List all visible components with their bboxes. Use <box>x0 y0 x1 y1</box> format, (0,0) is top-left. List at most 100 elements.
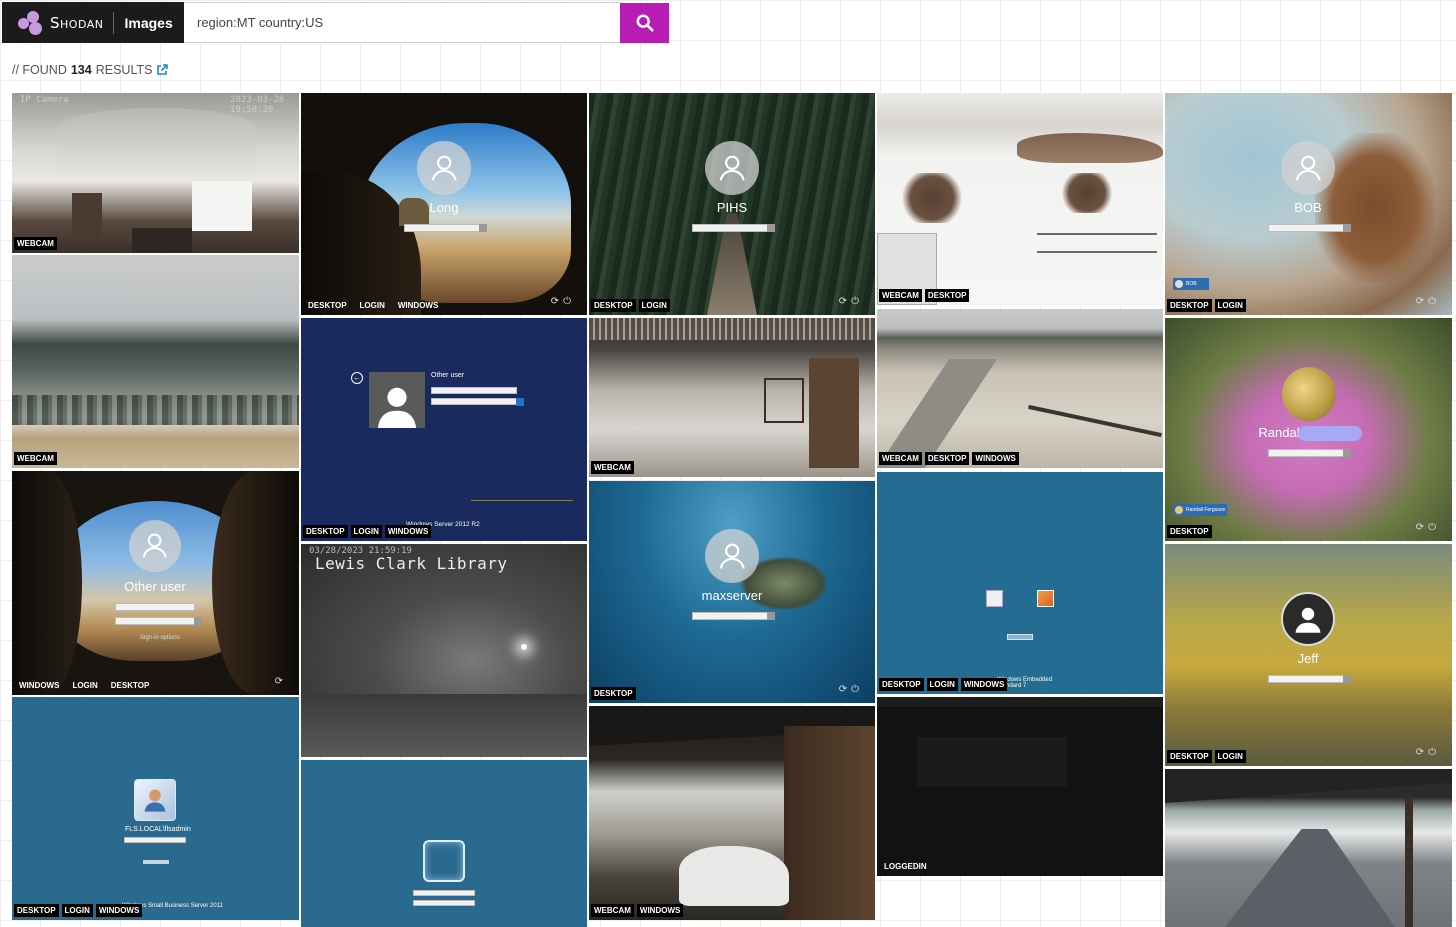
password-field[interactable] <box>1268 224 1351 232</box>
power-icon[interactable]: ⟳⏻ <box>1416 747 1440 758</box>
tag-webcam[interactable]: WEBCAM <box>14 452 57 465</box>
submit-button[interactable] <box>143 860 169 864</box>
power-icon[interactable]: ⟳⏻ <box>1416 522 1440 533</box>
tag-login[interactable]: LOGIN <box>350 525 382 538</box>
result-tile[interactable]: Other user Sign-in options ⟳ WINDOWS LOG… <box>12 471 299 695</box>
cancel-button[interactable] <box>1007 634 1033 640</box>
password-field[interactable] <box>1268 675 1351 683</box>
tag-desktop[interactable]: DESKTOP <box>1167 299 1212 312</box>
result-tile[interactable]: ← Other user Windows Server 2012 R2 DESK… <box>301 318 587 541</box>
tag-desktop[interactable]: DESKTOP <box>879 678 924 691</box>
tag-desktop[interactable]: DESKTOP <box>924 289 970 302</box>
tag-windows[interactable]: WINDOWS <box>14 679 64 692</box>
tag-desktop[interactable]: DESKTOP <box>303 525 348 538</box>
result-tile[interactable] <box>301 760 587 927</box>
result-tile[interactable]: WEBCAM <box>12 255 299 468</box>
tag-list: WEBCAM DESKTOP <box>879 289 970 302</box>
user-switcher[interactable]: BOB <box>1173 278 1209 290</box>
user-avatar-icon <box>705 529 759 583</box>
tag-desktop[interactable]: DESKTOP <box>591 687 636 700</box>
tag-webcam[interactable]: WEBCAM <box>591 904 634 917</box>
section-label[interactable]: Images <box>124 15 172 31</box>
tag-desktop[interactable]: DESKTOP <box>14 904 59 917</box>
search-input[interactable] <box>184 2 621 43</box>
result-tile[interactable]: WEBCAM DESKTOP <box>877 93 1163 305</box>
tag-windows[interactable]: WINDOWS <box>960 678 1008 691</box>
tag-login[interactable]: LOGIN <box>67 679 102 692</box>
result-tile[interactable]: WEBCAM <box>589 318 875 477</box>
password-field[interactable] <box>692 612 775 620</box>
tag-loggedin[interactable]: LOGGEDIN <box>879 860 932 873</box>
tag-list: WEBCAM <box>591 461 634 474</box>
password-field[interactable] <box>1268 449 1351 457</box>
tag-login[interactable]: LOGIN <box>1214 750 1246 763</box>
brand-name[interactable]: Shodan <box>50 14 103 32</box>
login-username: Randal <box>1258 425 1300 440</box>
user-switcher[interactable]: Randall Ferguson <box>1173 504 1227 516</box>
camera-label: Lewis Clark Library <box>315 554 508 573</box>
result-tile[interactable]: WEBCAM DESKTOP WINDOWS <box>877 309 1163 468</box>
os-version-text: Windows Embedded Standard 7 <box>997 677 1053 689</box>
tag-login[interactable]: LOGIN <box>638 299 670 312</box>
result-tile[interactable]: LOGGEDIN <box>877 697 1163 876</box>
back-arrow-icon[interactable]: ← <box>351 372 363 384</box>
username-field[interactable] <box>115 603 195 611</box>
tag-desktop[interactable]: DESKTOP <box>1167 525 1212 538</box>
result-tile[interactable]: 03/28/2023 21:59:19 Lewis Clark Library <box>301 544 587 757</box>
result-tile[interactable] <box>1165 769 1452 927</box>
mini-avatar-icon <box>1175 506 1183 514</box>
power-icon[interactable]: ⟳⏻ <box>1416 296 1440 307</box>
tag-login[interactable]: LOGIN <box>926 678 958 691</box>
result-tile[interactable]: maxserver ⟳⏻ DESKTOP <box>589 481 875 703</box>
power-icon[interactable]: ⟳⏻ <box>551 296 575 307</box>
user-tile-icon <box>369 372 425 428</box>
user-tile-icon <box>423 840 465 882</box>
power-icon[interactable]: ⟳⏻ <box>839 296 863 307</box>
result-tile[interactable]: Jeff ⟳⏻ DESKTOP LOGIN <box>1165 544 1452 766</box>
result-tile[interactable]: BOB BOB ⟳⏻ DESKTOP LOGIN <box>1165 93 1452 315</box>
result-tile[interactable]: FLS.LOCAL\flsadmin Windows Small Busines… <box>12 697 299 920</box>
search-button[interactable] <box>620 3 669 43</box>
tag-login[interactable]: LOGIN <box>1214 299 1246 312</box>
result-tile[interactable]: Windows Embedded Standard 7 DESKTOP LOGI… <box>877 472 1163 694</box>
sign-in-options-link[interactable]: Sign-in options <box>140 635 180 641</box>
tag-desktop[interactable]: DESKTOP <box>1167 750 1212 763</box>
tag-desktop[interactable]: DESKTOP <box>106 679 155 692</box>
password-field[interactable] <box>692 224 775 232</box>
result-tile[interactable]: WEBCAM WINDOWS <box>589 706 875 920</box>
tag-login[interactable]: LOGIN <box>355 299 390 312</box>
tag-webcam[interactable]: WEBCAM <box>879 289 922 302</box>
tag-list: DESKTOP <box>1167 525 1212 538</box>
user-avatar-icon <box>705 141 759 195</box>
tag-desktop[interactable]: DESKTOP <box>303 299 352 312</box>
tag-webcam[interactable]: WEBCAM <box>591 461 634 474</box>
tag-login[interactable]: LOGIN <box>61 904 93 917</box>
tag-list: DESKTOP LOGIN <box>591 299 670 312</box>
tag-windows[interactable]: WINDOWS <box>636 904 684 917</box>
password-field[interactable] <box>404 224 487 232</box>
result-tile[interactable]: PIHS ⟳⏻ DESKTOP LOGIN <box>589 93 875 315</box>
username-field[interactable] <box>431 387 517 394</box>
tag-windows[interactable]: WINDOWS <box>95 904 143 917</box>
tag-windows[interactable]: WINDOWS <box>972 452 1019 465</box>
tag-desktop[interactable]: DESKTOP <box>591 299 636 312</box>
tag-windows[interactable]: WINDOWS <box>393 299 443 312</box>
result-tile[interactable]: 2023-03-28 19:58:20 IP Camera WEBCAM <box>12 93 299 253</box>
tag-desktop[interactable]: DESKTOP <box>924 452 970 465</box>
tag-list: DESKTOP LOGIN <box>1167 750 1246 763</box>
ease-of-access-icon[interactable]: ⟳ <box>275 676 287 687</box>
camera-timestamp: 2023-03-28 19:58:20 <box>230 95 285 115</box>
power-icon[interactable]: ⟳⏻ <box>839 684 863 695</box>
tag-windows[interactable]: WINDOWS <box>384 525 432 538</box>
password-field[interactable] <box>431 398 524 406</box>
tag-webcam[interactable]: WEBCAM <box>879 452 922 465</box>
brand-bar[interactable]: Shodan Images <box>2 2 184 43</box>
password-field[interactable] <box>115 617 202 625</box>
username-field[interactable] <box>413 890 475 896</box>
result-tile[interactable]: Randal Randall Ferguson ⟳⏻ DESKTOP <box>1165 318 1452 541</box>
result-tile[interactable]: Long ⟳⏻ DESKTOP LOGIN WINDOWS <box>301 93 587 315</box>
password-field[interactable] <box>413 900 475 906</box>
password-field[interactable] <box>124 837 186 843</box>
tag-webcam[interactable]: WEBCAM <box>14 237 57 250</box>
external-link-icon[interactable] <box>156 64 169 76</box>
